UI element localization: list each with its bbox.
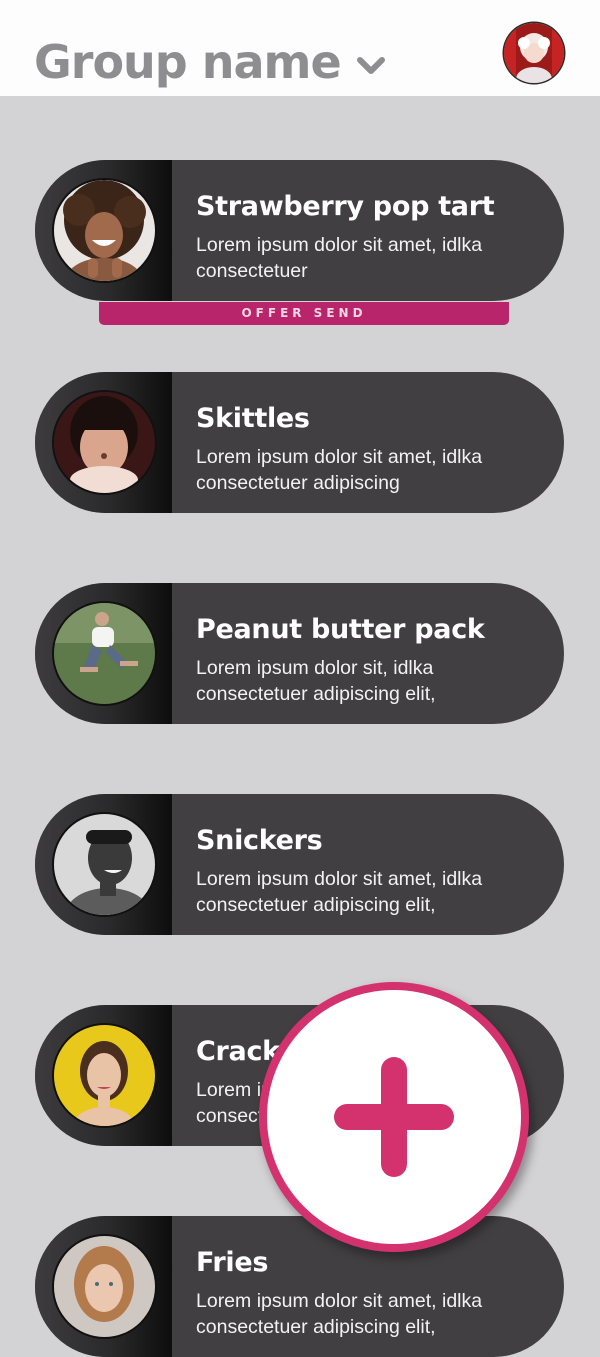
item-name: Snickers bbox=[196, 825, 323, 856]
avatar bbox=[54, 392, 155, 493]
avatar bbox=[54, 1025, 155, 1126]
item-name: Strawberry pop tart bbox=[196, 191, 495, 222]
avatar bbox=[54, 603, 155, 704]
avatar bbox=[54, 814, 155, 915]
list-item[interactable]: Peanut butter pack Lorem ipsum dolor sit… bbox=[35, 583, 564, 724]
item-name: Peanut butter pack bbox=[196, 614, 485, 645]
avatar bbox=[54, 1236, 155, 1337]
avatar bbox=[54, 180, 155, 281]
item-description: Lorem ipsum dolor sit, idlka consectetue… bbox=[196, 657, 436, 705]
list-item[interactable]: Strawberry pop tart Lorem ipsum dolor si… bbox=[35, 160, 564, 301]
item-description: Lorem ipsum dolor sit amet, idlka consec… bbox=[196, 868, 483, 916]
list-item[interactable]: Skittles Lorem ipsum dolor sit amet, idl… bbox=[35, 372, 564, 513]
item-name: Fries bbox=[196, 1247, 269, 1278]
item-description: Lorem ipsum dolor sit amet, idlka consec… bbox=[196, 1290, 483, 1338]
offer-send-badge: OFFER SEND bbox=[99, 302, 509, 325]
list-item[interactable]: Snickers Lorem ipsum dolor sit amet, idl… bbox=[35, 794, 564, 935]
add-button[interactable] bbox=[259, 982, 529, 1252]
item-description: Lorem ipsum dolor sit amet, idlka consec… bbox=[196, 234, 483, 282]
plus-icon bbox=[334, 1057, 454, 1177]
item-name: Skittles bbox=[196, 403, 310, 434]
item-description: Lorem ipsum dolor sit amet, idlka consec… bbox=[196, 446, 483, 494]
